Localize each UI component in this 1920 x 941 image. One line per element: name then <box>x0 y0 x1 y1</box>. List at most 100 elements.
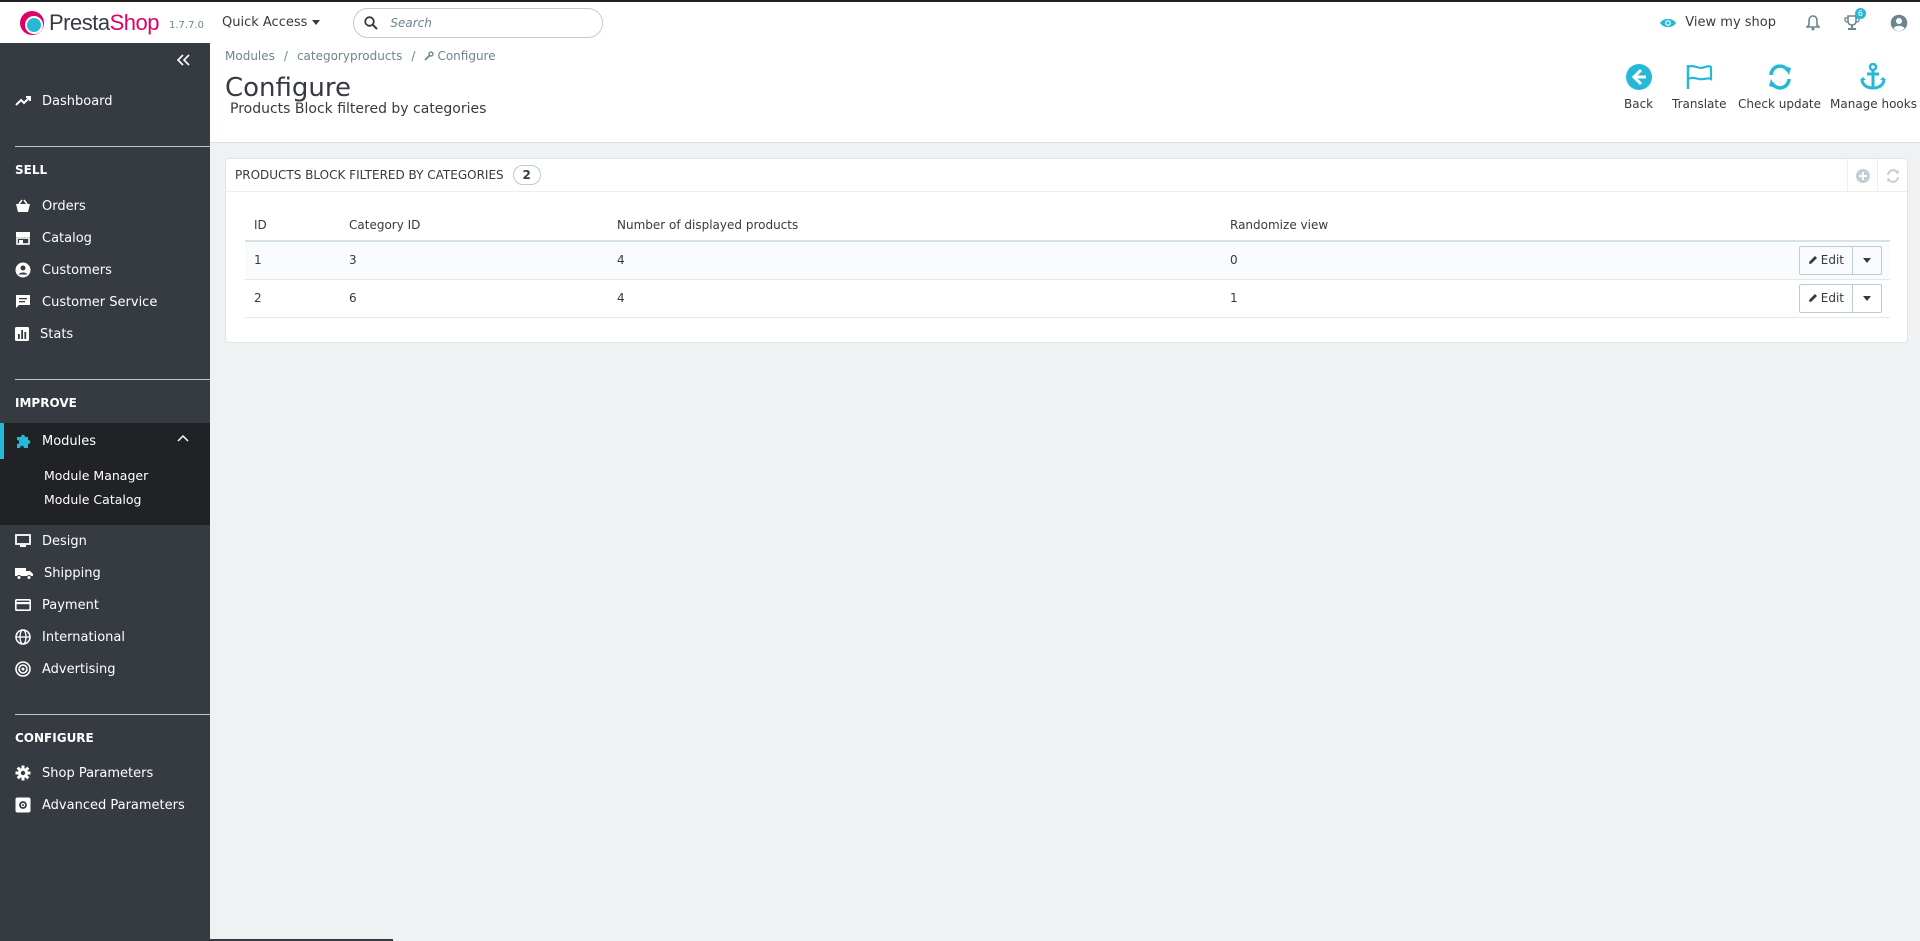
table-row[interactable]: 2 6 4 1 Edit <box>245 279 1890 318</box>
sidebar-item-customers[interactable]: Customers <box>0 254 210 286</box>
wrench-icon <box>424 51 435 61</box>
page-toolbar: Modules / categoryproducts / Configure C… <box>210 43 1920 143</box>
sidebar-item-label: Advanced Parameters <box>42 797 185 813</box>
shopping-basket-icon <box>16 199 30 212</box>
breadcrumb-separator: / <box>283 49 288 63</box>
sidebar-item-customer-service[interactable]: Customer Service <box>0 286 210 318</box>
sidebar-item-label: Customers <box>42 262 112 278</box>
table-row[interactable]: 1 3 4 0 Edit <box>245 241 1890 280</box>
sidebar-item-catalog[interactable]: Catalog <box>0 222 210 254</box>
sidebar-item-label: Advertising <box>42 661 116 677</box>
top-header: PrestaShop 1.7.7.0 Quick Access View my … <box>0 2 1920 43</box>
collapse-sidebar-button[interactable] <box>176 54 190 70</box>
view-my-shop-link[interactable]: View my shop <box>1659 15 1776 30</box>
quick-access-label: Quick Access <box>221 15 308 30</box>
back-button[interactable]: Back <box>1624 63 1653 111</box>
eye-icon <box>1660 18 1677 27</box>
cell-actions: Edit <box>1566 241 1890 280</box>
quick-access-dropdown[interactable]: Quick Access <box>221 15 321 30</box>
cell-actions: Edit <box>1566 279 1890 318</box>
column-header-id: ID <box>245 209 340 242</box>
sidebar-divider <box>15 146 210 147</box>
column-header-actions <box>1566 209 1890 242</box>
bar-chart-icon <box>15 327 29 341</box>
bell-icon <box>1806 14 1820 30</box>
store-icon <box>16 232 30 245</box>
sidebar-item-orders[interactable]: Orders <box>0 190 210 222</box>
back-label: Back <box>1624 97 1654 111</box>
trending-up-icon <box>15 96 31 106</box>
translate-label: Translate <box>1672 97 1727 111</box>
translate-button[interactable]: Translate <box>1672 63 1727 111</box>
sidebar-item-label: Stats <box>40 326 74 342</box>
sidebar-item-modules[interactable]: Modules <box>0 423 210 459</box>
edit-button[interactable]: Edit <box>1800 284 1853 312</box>
sidebar-item-shipping[interactable]: Shipping <box>0 557 210 589</box>
sidebar-subitem-module-manager[interactable]: Module Manager <box>44 468 148 483</box>
row-actions-dropdown[interactable] <box>1853 247 1881 274</box>
column-header-randomize: Randomize view <box>1221 209 1567 242</box>
breadcrumb-item-modules[interactable]: Modules <box>225 49 275 63</box>
chevron-up-icon <box>177 434 189 442</box>
chat-icon <box>16 295 30 308</box>
refresh-list-button[interactable] <box>1877 159 1907 192</box>
cell-id: 1 <box>245 241 340 280</box>
sidebar-item-label: Payment <box>42 597 99 613</box>
sidebar-item-label: Dashboard <box>42 93 113 109</box>
flag-icon <box>1687 65 1713 89</box>
sidebar-item-label: Design <box>42 533 87 549</box>
edit-label: Edit <box>1820 291 1844 305</box>
sidebar-item-shop-parameters[interactable]: Shop Parameters <box>0 757 210 789</box>
panel-heading: Products Block filtered by categories 2 <box>226 159 1907 192</box>
sidebar-item-advertising[interactable]: Advertising <box>0 653 210 685</box>
caret-down-icon <box>1863 257 1871 263</box>
sidebar-item-payment[interactable]: Payment <box>0 589 210 621</box>
panel-count-badge: 2 <box>512 165 541 185</box>
add-circle-icon <box>1855 168 1870 183</box>
column-header-num-products: Number of displayed products <box>608 209 1221 242</box>
anchor-icon <box>1860 63 1887 90</box>
refresh-icon <box>1768 64 1791 90</box>
notifications-button[interactable] <box>1806 14 1820 31</box>
settings-box-icon <box>15 797 31 813</box>
page-subtitle: Products Block filtered by categories <box>230 101 487 117</box>
credit-card-icon <box>15 599 31 611</box>
manage-hooks-button[interactable]: Manage hooks <box>1830 63 1917 111</box>
sidebar-item-advanced-parameters[interactable]: Advanced Parameters <box>0 789 210 821</box>
sidebar-item-stats[interactable]: Stats <box>0 318 210 350</box>
employee-menu-button[interactable] <box>1890 14 1908 32</box>
manage-hooks-label: Manage hooks <box>1830 97 1917 111</box>
cell-num-products: 4 <box>608 279 1221 318</box>
prestashop-logo[interactable]: PrestaShop 1.7.7.0 <box>20 10 204 36</box>
logo-text: PrestaShop <box>49 9 159 35</box>
orders-notifications-button[interactable]: 6 <box>1844 7 1866 31</box>
sidebar-item-international[interactable]: International <box>0 621 210 653</box>
cell-id: 2 <box>245 279 340 318</box>
sidebar-item-dashboard[interactable]: Dashboard <box>0 85 210 117</box>
sidebar-item-design[interactable]: Design <box>0 525 210 557</box>
prestashop-logo-icon <box>20 10 44 35</box>
cell-randomize: 1 <box>1221 279 1567 318</box>
edit-label: Edit <box>1820 253 1844 268</box>
search-box[interactable] <box>353 7 604 38</box>
caret-down-icon <box>312 20 321 25</box>
row-actions-group: Edit <box>1798 245 1882 275</box>
breadcrumb-item-configure: Configure <box>437 49 496 63</box>
search-input[interactable] <box>390 15 591 30</box>
target-icon <box>15 661 31 677</box>
row-actions-dropdown[interactable] <box>1853 285 1881 312</box>
refresh-icon <box>1886 168 1899 183</box>
version-label: 1.7.7.0 <box>168 20 204 31</box>
check-update-button[interactable]: Check update <box>1738 63 1821 111</box>
page-title: Configure <box>225 73 352 103</box>
edit-button[interactable]: Edit <box>1800 246 1853 274</box>
breadcrumb-item-module[interactable]: categoryproducts <box>297 49 402 63</box>
add-new-button[interactable] <box>1847 159 1877 192</box>
cell-randomize: 0 <box>1221 241 1567 280</box>
search-icon <box>364 15 379 30</box>
sidebar-item-label: Shipping <box>44 565 101 581</box>
gear-icon <box>15 765 31 781</box>
globe-icon <box>15 629 31 645</box>
cell-num-products: 4 <box>608 241 1221 280</box>
sidebar-subitem-module-catalog[interactable]: Module Catalog <box>44 492 141 507</box>
